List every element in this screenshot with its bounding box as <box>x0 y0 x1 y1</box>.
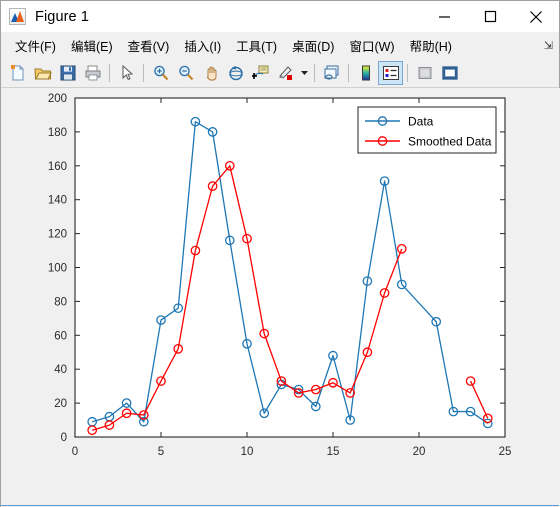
menu-insert[interactable]: 插入(I) <box>177 33 229 58</box>
save-figure-icon[interactable] <box>55 61 80 85</box>
toolbar-separator-3 <box>314 63 315 82</box>
menu-file[interactable]: 文件(F) <box>8 33 64 58</box>
svg-text:60: 60 <box>54 330 67 342</box>
zoom-in-icon[interactable] <box>148 61 173 85</box>
open-file-icon[interactable] <box>30 61 55 85</box>
svg-text:20: 20 <box>54 398 67 410</box>
menu-tools[interactable]: 工具(T) <box>229 33 285 58</box>
toolbar-separator-2 <box>143 63 144 82</box>
legend-label: Smoothed Data <box>408 135 492 149</box>
figure-window: Figure 1 文件(F) 编辑(E) 查看(V) 插入(I) 工具(T) 桌… <box>0 0 560 507</box>
tool-bar <box>1 58 559 88</box>
svg-text:120: 120 <box>48 229 67 241</box>
pan-icon[interactable] <box>198 61 223 85</box>
menu-view[interactable]: 查看(V) <box>121 33 178 58</box>
title-bar: Figure 1 <box>1 1 559 32</box>
svg-text:80: 80 <box>54 296 67 308</box>
svg-text:200: 200 <box>48 93 67 105</box>
svg-text:15: 15 <box>327 446 340 458</box>
svg-text:5: 5 <box>158 446 164 458</box>
colorbar-icon[interactable] <box>353 61 378 85</box>
line-chart[interactable]: 0 5 10 15 20 25 0 20 40 60 80 100 120 140 160 180 200 D… <box>1 88 560 507</box>
svg-text:40: 40 <box>54 364 67 376</box>
menu-window[interactable]: 窗口(W) <box>342 33 402 58</box>
legend-icon[interactable] <box>378 60 403 85</box>
menu-desktop[interactable]: 桌面(D) <box>285 33 342 58</box>
hide-plot-tools-icon[interactable] <box>412 61 437 85</box>
svg-text:0: 0 <box>61 432 67 444</box>
chart-legend: Data Smoothed Data <box>357 106 497 154</box>
svg-text:140: 140 <box>48 195 67 207</box>
toolbar-separator-5 <box>407 63 408 82</box>
menu-overflow-icon[interactable]: ⇲ <box>544 39 553 52</box>
window-title: Figure 1 <box>35 8 89 25</box>
toolbar-separator-1 <box>109 63 110 82</box>
brush-icon[interactable] <box>273 61 298 85</box>
legend-label: Data <box>408 115 434 129</box>
toolbar-separator-4 <box>348 63 349 82</box>
svg-text:100: 100 <box>48 263 67 275</box>
brush-dropdown-icon[interactable] <box>298 61 310 85</box>
figure-canvas[interactable]: 0 5 10 15 20 25 0 20 40 60 80 100 120 140 160 180 200 D… <box>1 88 560 507</box>
menu-bar: 文件(F) 编辑(E) 查看(V) 插入(I) 工具(T) 桌面(D) 窗口(W… <box>1 32 559 58</box>
print-figure-icon[interactable] <box>80 61 105 85</box>
svg-text:25: 25 <box>499 446 512 458</box>
maximize-button[interactable] <box>467 1 513 32</box>
menu-edit[interactable]: 编辑(E) <box>64 33 121 58</box>
new-figure-icon[interactable] <box>5 61 30 85</box>
zoom-out-icon[interactable] <box>173 61 198 85</box>
svg-text:180: 180 <box>48 127 67 139</box>
matlab-figure-icon <box>9 8 26 25</box>
svg-text:20: 20 <box>413 446 426 458</box>
pointer-icon[interactable] <box>114 61 139 85</box>
minimize-button[interactable] <box>421 1 467 32</box>
data-cursor-icon[interactable] <box>248 61 273 85</box>
svg-text:160: 160 <box>48 161 67 173</box>
svg-text:10: 10 <box>241 446 254 458</box>
show-plot-tools-icon[interactable] <box>437 61 462 85</box>
menu-help[interactable]: 帮助(H) <box>403 33 460 58</box>
svg-text:0: 0 <box>72 446 78 458</box>
rotate-3d-icon[interactable] <box>223 61 248 85</box>
link-plot-icon[interactable] <box>319 61 344 85</box>
close-button[interactable] <box>513 1 559 32</box>
